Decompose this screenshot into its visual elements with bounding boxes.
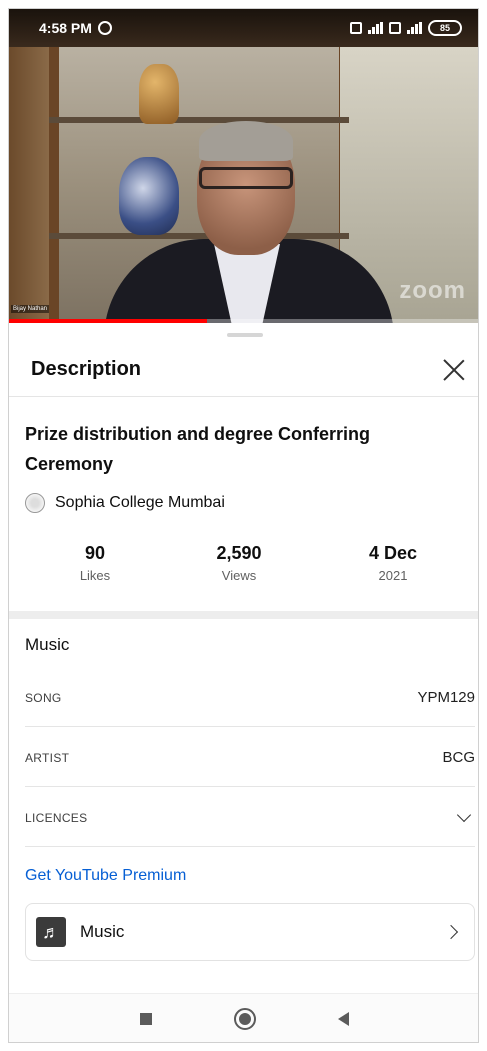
- music-artist-row: ARTIST BCG: [25, 729, 475, 787]
- music-card-label: Music: [80, 922, 125, 941]
- channel-row[interactable]: Sophia College Mumbai: [25, 493, 225, 513]
- speaker-name-tag: Bijay Nathan: [11, 305, 50, 313]
- status-time: 4:58 PM: [39, 20, 92, 36]
- licences-key: LICENCES: [25, 810, 88, 825]
- song-key: SONG: [25, 690, 62, 705]
- zoom-watermark: zoom: [399, 277, 466, 304]
- chevron-right-icon: [443, 924, 459, 940]
- sheet-header: Description: [9, 343, 478, 397]
- sim-icon-2: [389, 22, 401, 34]
- stat-views-label: Views: [221, 568, 257, 583]
- music-song-row: SONG YPM129: [25, 669, 475, 727]
- drag-handle[interactable]: [227, 333, 263, 337]
- music-heading: Music: [25, 635, 70, 654]
- system-nav-bar: [9, 993, 478, 1042]
- channel-name: Sophia College Mumbai: [55, 494, 225, 511]
- home-icon[interactable]: [234, 1008, 256, 1030]
- signal-icon: [368, 22, 383, 34]
- close-icon[interactable]: [442, 358, 466, 382]
- artist-value: BCG: [442, 749, 475, 766]
- recent-apps-icon[interactable]: [140, 1013, 152, 1025]
- section-divider: [9, 611, 478, 619]
- status-bar: 4:58 PM 85: [9, 9, 478, 47]
- stat-date: 4 Dec 2021: [333, 543, 453, 583]
- battery-icon: 85: [428, 20, 462, 36]
- stat-date-value: 4 Dec: [368, 543, 418, 563]
- sheet-title: Description: [31, 358, 142, 380]
- signal-icon-2: [407, 22, 422, 34]
- back-icon[interactable]: [338, 1012, 349, 1026]
- stat-views-value: 2,590: [216, 543, 262, 563]
- music-card[interactable]: ♬ Music: [25, 903, 475, 961]
- stat-views: 2,590 Views: [179, 543, 299, 583]
- app-frame: zoom Bijay Nathan 4:58 PM 85 Description: [8, 8, 479, 1043]
- chevron-down-icon[interactable]: [456, 807, 472, 822]
- song-value: YPM129: [417, 689, 475, 706]
- artist-key: ARTIST: [25, 750, 70, 765]
- get-youtube-premium-link[interactable]: Get YouTube Premium: [25, 867, 186, 885]
- stat-likes: 90 Likes: [35, 543, 155, 583]
- vase-figure: [119, 157, 179, 235]
- stat-date-year: 2021: [378, 568, 408, 583]
- video-player[interactable]: zoom Bijay Nathan 4:58 PM 85: [9, 9, 478, 323]
- video-stats: 90 Likes 2,590 Views 4 Dec 2021: [9, 543, 478, 595]
- channel-avatar: [25, 493, 45, 513]
- stat-likes-value: 90: [84, 543, 106, 563]
- statue-figure: [139, 64, 179, 124]
- sim-icon: [350, 22, 362, 34]
- alarm-icon: [97, 21, 112, 35]
- description-sheet: Description Prize distribution and degre…: [9, 323, 478, 1003]
- music-licences-row[interactable]: LICENCES: [25, 789, 475, 847]
- music-note-icon: ♬: [36, 917, 66, 947]
- stat-likes-label: Likes: [79, 568, 111, 583]
- video-title: Prize distribution and degree Conferring…: [25, 424, 371, 474]
